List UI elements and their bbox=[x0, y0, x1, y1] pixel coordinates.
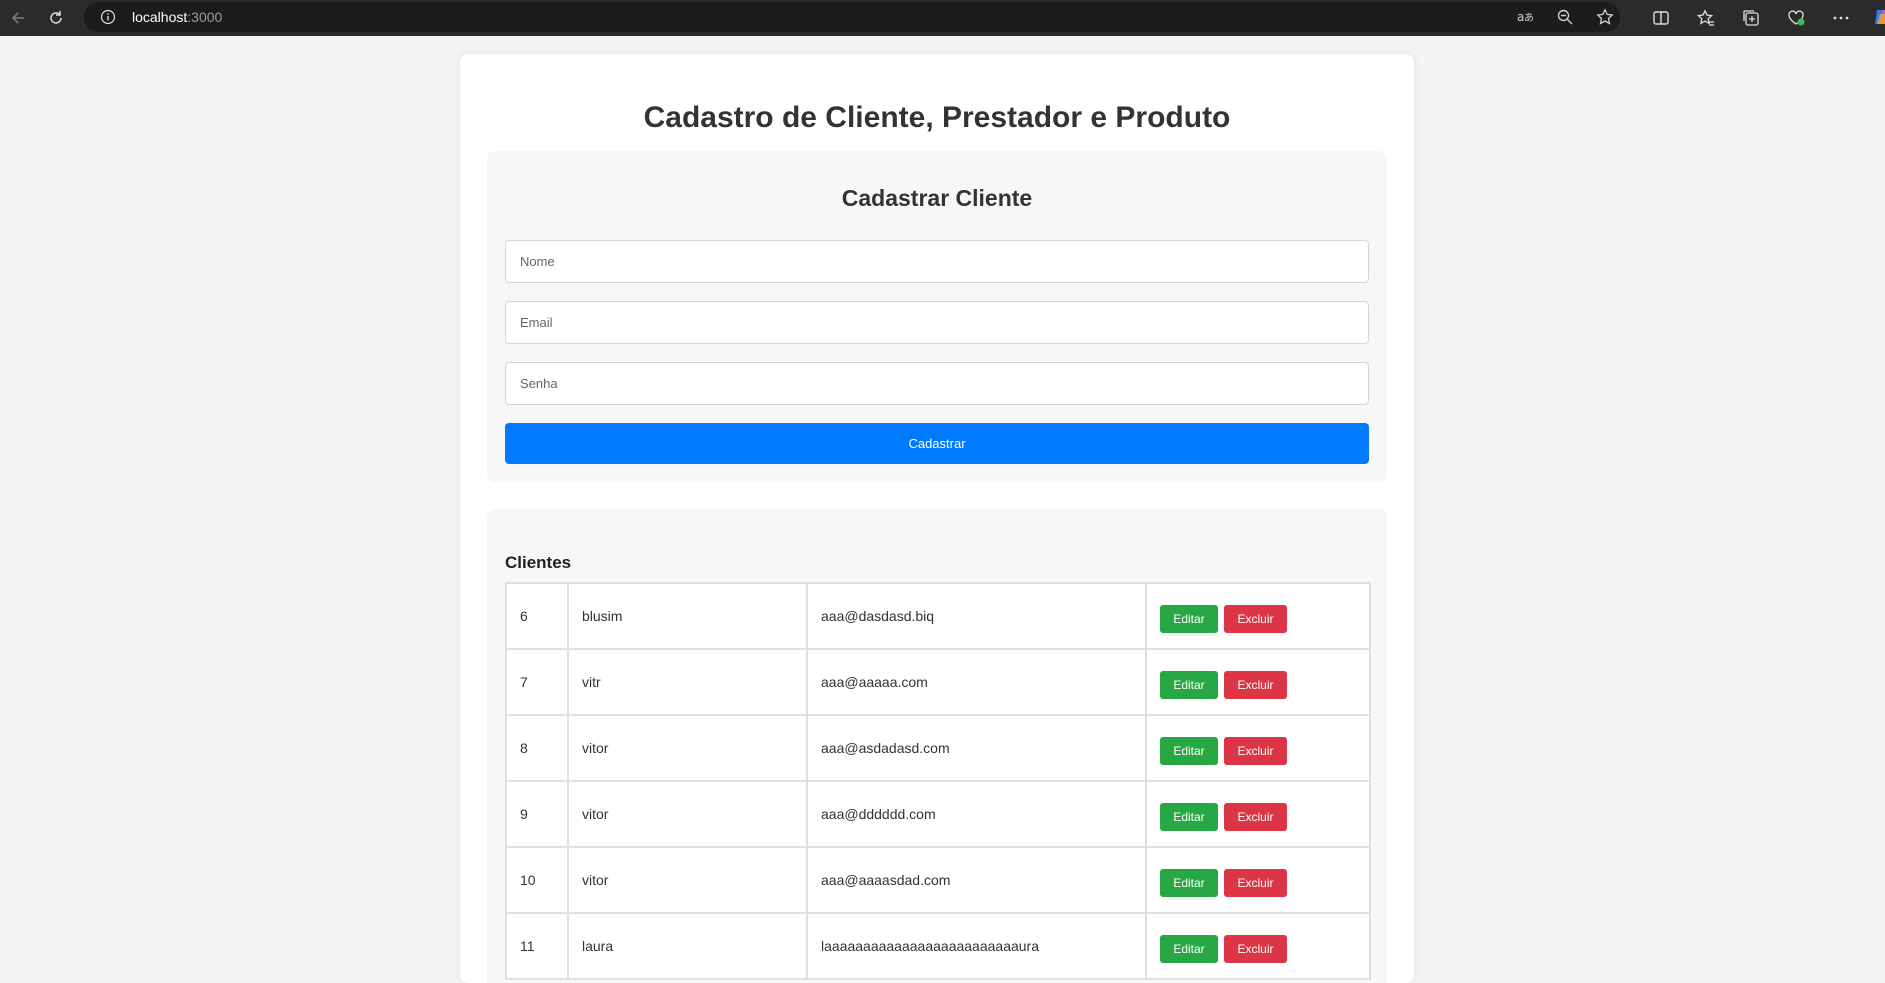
edit-button[interactable]: Editar bbox=[1160, 604, 1218, 633]
cell-email: laaaaaaaaaaaaaaaaaaaaaaaaaura bbox=[806, 912, 1147, 980]
cell-actions: Editar Excluir bbox=[1145, 846, 1371, 914]
cell-name: vitor bbox=[567, 780, 808, 848]
cell-email: aaa@dddddd.com bbox=[806, 780, 1147, 848]
cell-id: 11 bbox=[505, 912, 569, 980]
browser-essentials-icon[interactable] bbox=[1786, 8, 1806, 28]
favorites-icon[interactable] bbox=[1696, 8, 1716, 28]
cell-email: aaa@asdadasd.com bbox=[806, 714, 1147, 782]
cell-name: vitr bbox=[567, 648, 808, 716]
url-port: :3000 bbox=[187, 9, 223, 25]
edit-button[interactable]: Editar bbox=[1160, 736, 1218, 765]
cell-name: blusim bbox=[567, 582, 808, 650]
table-row: 7 vitr aaa@aaaaa.com Editar Excluir bbox=[505, 648, 1371, 716]
info-icon[interactable] bbox=[100, 9, 116, 25]
edit-button[interactable]: Editar bbox=[1160, 802, 1218, 831]
cell-name: vitor bbox=[567, 846, 808, 914]
email-input[interactable] bbox=[505, 301, 1369, 344]
cell-id: 7 bbox=[505, 648, 569, 716]
clients-title: Clientes bbox=[505, 553, 572, 572]
svg-text:あ: あ bbox=[1524, 12, 1534, 24]
name-input[interactable] bbox=[505, 240, 1369, 283]
password-input[interactable] bbox=[505, 362, 1369, 405]
cell-actions: Editar Excluir bbox=[1145, 780, 1371, 848]
back-icon[interactable] bbox=[0, 0, 36, 36]
cell-actions: Editar Excluir bbox=[1145, 648, 1371, 716]
url-text: localhost:3000 bbox=[132, 9, 222, 25]
form-title: Cadastrar Cliente bbox=[841, 185, 1033, 211]
cell-id: 9 bbox=[505, 780, 569, 848]
cell-email: aaa@aaaasdad.com bbox=[806, 846, 1147, 914]
cell-actions: Editar Excluir bbox=[1145, 582, 1371, 650]
cell-actions: Editar Excluir bbox=[1145, 912, 1371, 980]
url-host: localhost bbox=[132, 9, 188, 25]
table-row: 9 vitor aaa@dddddd.com Editar Excluir bbox=[505, 780, 1371, 848]
edit-button[interactable]: Editar bbox=[1160, 670, 1218, 699]
cell-email: aaa@dasdasd.biq bbox=[806, 582, 1147, 650]
copilot-icon[interactable] bbox=[1873, 7, 1885, 27]
cell-id: 10 bbox=[505, 846, 569, 914]
cell-id: 8 bbox=[505, 714, 569, 782]
clients-table: 6 blusim aaa@dasdasd.biq Editar Excluir 7… bbox=[505, 582, 1371, 980]
client-form: Cadastrar Cliente Cadastrar bbox=[487, 151, 1387, 482]
main-card: Cadastro de Cliente, Prestador e Produto… bbox=[460, 54, 1414, 983]
table-row: 8 vitor aaa@asdadasd.com Editar Excluir bbox=[505, 714, 1371, 782]
edit-button[interactable]: Editar bbox=[1160, 868, 1218, 897]
cell-actions: Editar Excluir bbox=[1145, 714, 1371, 782]
cell-name: laura bbox=[567, 912, 808, 980]
favorite-star-icon[interactable] bbox=[1596, 8, 1614, 26]
collections-icon[interactable] bbox=[1741, 8, 1761, 28]
cell-email: aaa@aaaaa.com bbox=[806, 648, 1147, 716]
table-row: 6 blusim aaa@dasdasd.biq Editar Excluir bbox=[505, 582, 1371, 650]
submit-button[interactable]: Cadastrar bbox=[505, 423, 1369, 464]
delete-button[interactable]: Excluir bbox=[1224, 868, 1287, 897]
delete-button[interactable]: Excluir bbox=[1224, 934, 1287, 963]
split-screen-icon[interactable] bbox=[1651, 8, 1671, 28]
delete-button[interactable]: Excluir bbox=[1224, 604, 1287, 633]
refresh-icon[interactable] bbox=[38, 0, 74, 36]
read-aloud-icon[interactable]: aあ bbox=[1516, 8, 1534, 26]
delete-button[interactable]: Excluir bbox=[1224, 670, 1287, 699]
page-title: Cadastro de Cliente, Prestador e Produto bbox=[643, 101, 1231, 134]
delete-button[interactable]: Excluir bbox=[1224, 736, 1287, 765]
edit-button[interactable]: Editar bbox=[1160, 934, 1218, 963]
clients-list: Clientes 6 blusim aaa@dasdasd.biq Editar… bbox=[487, 509, 1387, 983]
cell-id: 6 bbox=[505, 582, 569, 650]
more-icon[interactable] bbox=[1831, 8, 1851, 28]
zoom-out-icon[interactable] bbox=[1556, 8, 1574, 26]
delete-button[interactable]: Excluir bbox=[1224, 802, 1287, 831]
address-bar[interactable]: localhost:3000 aあ bbox=[84, 2, 1620, 32]
browser-toolbar: localhost:3000 aあ bbox=[0, 0, 1885, 36]
cell-name: vitor bbox=[567, 714, 808, 782]
table-row: 10 vitor aaa@aaaasdad.com Editar Excluir bbox=[505, 846, 1371, 914]
table-row: 11 laura laaaaaaaaaaaaaaaaaaaaaaaaaura E… bbox=[505, 912, 1371, 980]
